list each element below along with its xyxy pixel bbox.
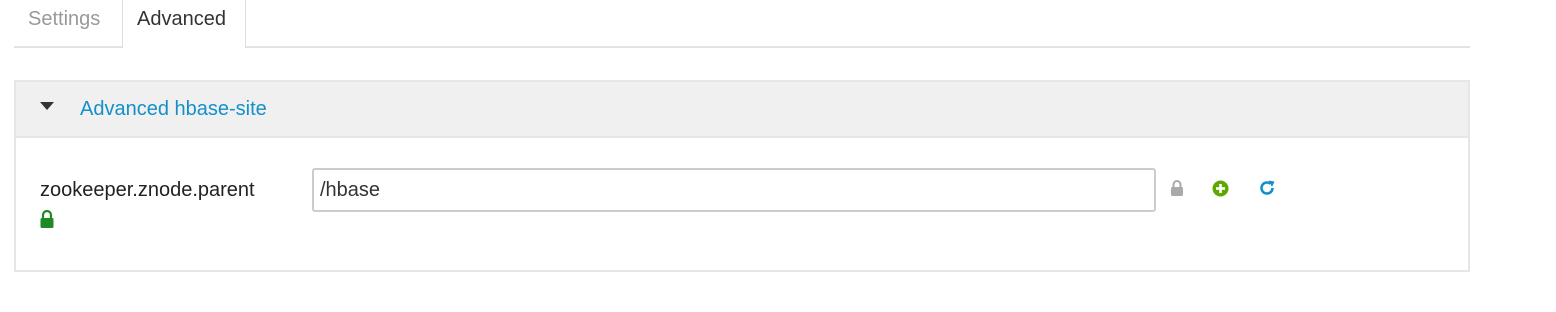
lock-icon xyxy=(1171,180,1183,196)
section-title[interactable]: Advanced hbase-site xyxy=(80,96,267,122)
undo-icon[interactable] xyxy=(1258,179,1276,197)
lock-icon xyxy=(40,209,54,228)
tab-advanced[interactable]: Advanced xyxy=(122,0,246,48)
add-override-icon[interactable] xyxy=(1212,180,1229,197)
property-value-input[interactable] xyxy=(312,168,1156,212)
property-name: zookeeper.znode.parent xyxy=(40,179,255,201)
config-section-panel: Advanced hbase-site zookeeper.znode.pare… xyxy=(14,80,1470,272)
tab-settings[interactable]: Settings xyxy=(14,0,114,48)
config-tabs: Settings Advanced xyxy=(14,0,1470,48)
section-header[interactable]: Advanced hbase-site xyxy=(16,82,1468,138)
caret-down-icon[interactable] xyxy=(40,102,54,110)
